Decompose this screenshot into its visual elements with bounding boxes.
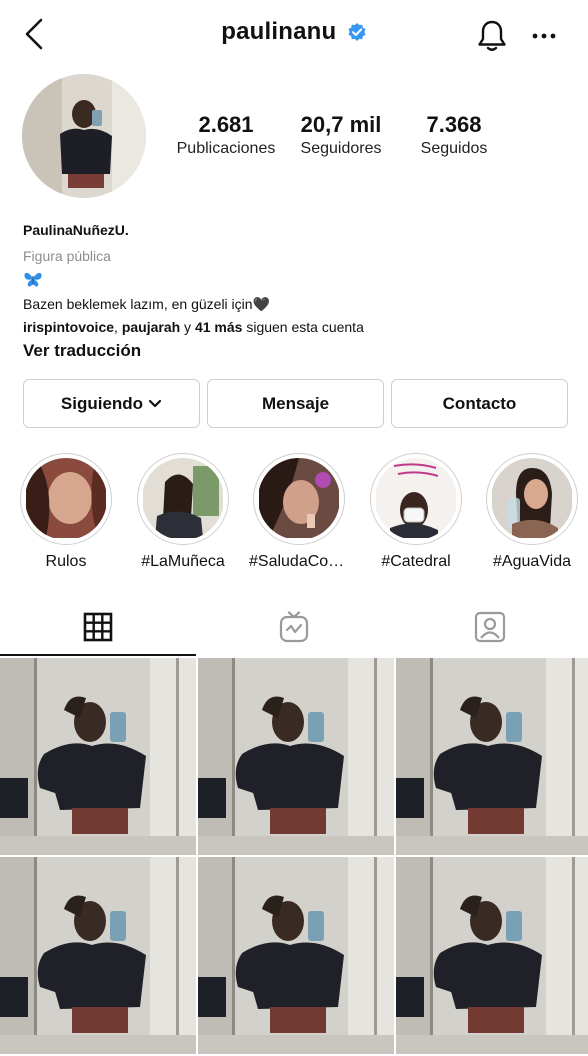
highlight-cover xyxy=(258,458,340,540)
tab-igtv[interactable] xyxy=(196,598,392,656)
followed-by-and: y xyxy=(180,319,195,335)
avatar-photo xyxy=(22,74,146,198)
message-label: Mensaje xyxy=(261,393,330,413)
tab-posts-grid[interactable] xyxy=(0,598,196,656)
tagged-icon xyxy=(474,611,506,643)
more-horizontal-icon xyxy=(532,33,556,39)
highlight-ring xyxy=(137,453,229,545)
contact-button[interactable]: Contacto xyxy=(391,379,568,428)
post-thumbnail[interactable] xyxy=(396,658,588,855)
highlight-cover xyxy=(142,458,224,540)
stat-followers[interactable]: 20,7 mil Seguidores xyxy=(276,112,406,160)
butterfly-icon xyxy=(23,270,573,290)
post-thumbnail[interactable] xyxy=(396,857,588,1054)
highlight-label: #Catedral xyxy=(381,553,451,570)
highlight-label: #SaludaCon... xyxy=(249,553,349,570)
highlight-cover xyxy=(491,458,573,540)
following-label: Seguidos xyxy=(420,140,488,157)
followed-by[interactable]: irispintovoice, paujarah y 41 más siguen… xyxy=(23,317,573,337)
posts-grid xyxy=(0,658,588,1056)
post-thumbnail[interactable] xyxy=(198,658,394,855)
contact-label: Contacto xyxy=(442,393,517,413)
profile-bio: PaulinaNuñezU. Figura pública Bazen bekl… xyxy=(23,220,573,362)
active-tab-indicator xyxy=(0,654,196,656)
chevron-down-icon xyxy=(148,399,162,407)
post-thumbnail[interactable] xyxy=(0,658,196,855)
highlight-cover xyxy=(375,458,457,540)
following-count: 7.368 xyxy=(426,112,482,137)
more-options-button[interactable] xyxy=(526,18,562,54)
highlight-item[interactable]: #AguaVida xyxy=(482,453,582,572)
post-thumbnail[interactable] xyxy=(198,857,394,1054)
follower-user-2[interactable]: paujarah xyxy=(122,319,180,335)
posts-label: Publicaciones xyxy=(176,140,276,157)
verified-badge-icon xyxy=(348,23,366,41)
notifications-button[interactable] xyxy=(472,16,512,56)
highlight-ring xyxy=(20,453,112,545)
followers-count: 20,7 mil xyxy=(300,112,382,137)
highlight-ring xyxy=(370,453,462,545)
see-translation-link[interactable]: Ver traducción xyxy=(23,340,573,362)
message-button[interactable]: Mensaje xyxy=(207,379,384,428)
highlight-label: #AguaVida xyxy=(493,553,571,570)
highlight-item[interactable]: #Catedral xyxy=(366,453,466,572)
follower-user-1[interactable]: irispintovoice xyxy=(23,319,114,335)
followed-by-suffix: siguen esta cuenta xyxy=(242,319,364,335)
display-name: PaulinaNuñezU. xyxy=(23,222,129,238)
highlight-ring xyxy=(253,453,345,545)
highlight-item[interactable]: #SaludaCon... xyxy=(249,453,349,572)
stat-posts[interactable]: 2.681 Publicaciones xyxy=(161,112,291,160)
highlight-label: #LaMuñeca xyxy=(141,553,225,570)
profile-category: Figura pública xyxy=(23,248,111,264)
highlight-ring xyxy=(486,453,578,545)
profile-tabs xyxy=(0,598,588,658)
igtv-icon xyxy=(279,611,309,643)
stat-following[interactable]: 7.368 Seguidos xyxy=(389,112,519,160)
highlight-cover xyxy=(25,458,107,540)
bio-text: Bazen beklemek lazım, en güzeli için🖤 xyxy=(23,296,270,312)
followers-more-count[interactable]: 41 más xyxy=(195,319,242,335)
bell-icon xyxy=(478,20,506,51)
grid-icon xyxy=(83,612,113,642)
top-bar: paulinanu xyxy=(0,0,588,70)
posts-count: 2.681 xyxy=(198,112,254,137)
highlight-item[interactable]: Rulos xyxy=(16,453,116,572)
username-title: paulinanu xyxy=(221,18,337,45)
following-button[interactable]: Siguiendo xyxy=(23,379,200,428)
tab-tagged[interactable] xyxy=(392,598,588,656)
post-thumbnail[interactable] xyxy=(0,857,196,1054)
profile-avatar[interactable] xyxy=(22,74,146,198)
followed-by-sep: , xyxy=(114,319,122,335)
highlight-item[interactable]: #LaMuñeca xyxy=(133,453,233,572)
highlight-label: Rulos xyxy=(45,553,87,570)
followers-label: Seguidores xyxy=(300,140,382,157)
following-label: Siguiendo xyxy=(60,393,144,413)
